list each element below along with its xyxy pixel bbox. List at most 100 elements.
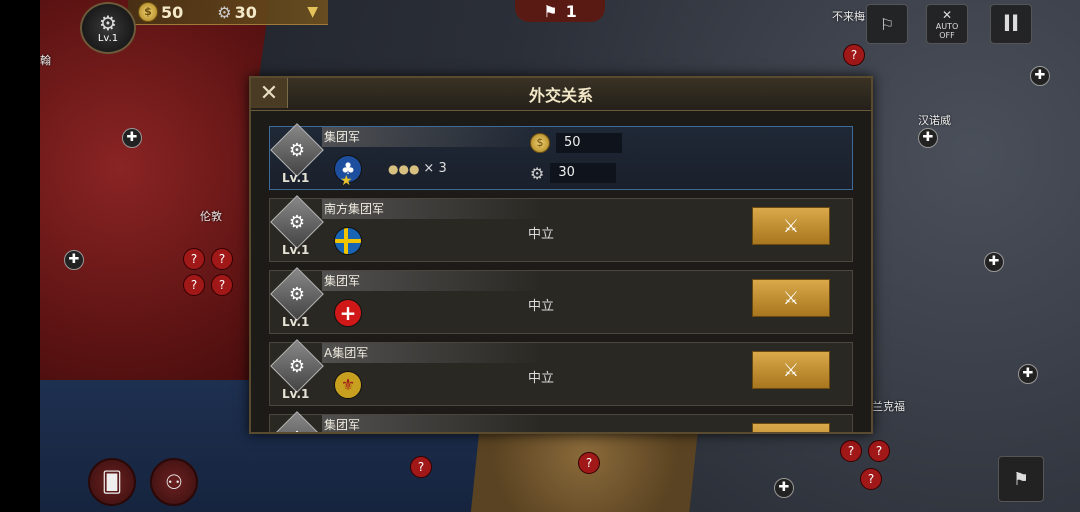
declare-war-button[interactable]: ⚔ xyxy=(752,351,830,389)
nation-flag xyxy=(334,227,362,255)
nation-row: ⚙ Lv.1 南方集团军 中立 ⚔ xyxy=(269,195,853,262)
city-label: 汉诺威 xyxy=(918,114,951,127)
coin-counter: $ 50 xyxy=(138,2,183,22)
player-coins: $ 50 xyxy=(530,133,622,153)
british-city-marker[interactable]: ✚ xyxy=(122,128,142,148)
neutral-city-marker[interactable]: ✚ xyxy=(774,478,794,498)
chevron-down-icon[interactable]: ▼ xyxy=(307,4,318,20)
gear-value: 30 xyxy=(234,2,257,22)
end-turn-button[interactable]: ⚑ xyxy=(998,456,1044,502)
star-icon: ★ xyxy=(340,173,353,189)
diplomacy-dialog: 外交关系 ✕ ⚙ Lv.1 集团军 ★ ●●● × 3 $ 50 ⚙ 30 xyxy=(249,76,873,434)
neutral-city-marker[interactable]: ✚ xyxy=(1018,364,1038,384)
nation-row: ⚙ Lv.1 集团军 中立 ⚔ xyxy=(269,267,853,334)
gear-counter: ⚙ 30 xyxy=(217,3,257,22)
neutral-city-marker[interactable]: ✚ xyxy=(918,128,938,148)
flag-icon: ⚑ xyxy=(1012,468,1030,490)
gears-icon: ⚙ xyxy=(530,163,545,183)
diplomacy-button[interactable]: ⚇ xyxy=(150,458,198,506)
unknown-unit-marker[interactable]: ? xyxy=(211,248,233,270)
unknown-unit-marker[interactable]: ? xyxy=(843,44,865,66)
army-level: Lv.1 xyxy=(282,387,310,401)
resource-bar[interactable]: $ 50 ⚙ 30 ▼ xyxy=(128,0,328,25)
crossed-rifles-icon: ⚔ xyxy=(782,359,800,381)
army-level: Lv.1 xyxy=(282,171,310,185)
cards-icon: 🂠 xyxy=(101,470,123,494)
unit-count: ●●● × 3 xyxy=(388,161,447,176)
pause-icon: II xyxy=(1002,11,1020,37)
gears-value: 30 xyxy=(550,163,617,183)
unknown-unit-marker[interactable]: ? xyxy=(868,440,890,462)
commander-avatar[interactable]: ⚙ Lv.1 xyxy=(80,2,136,54)
army-level: Lv.1 xyxy=(282,243,310,257)
coins-value: 50 xyxy=(556,133,622,153)
handshake-icon: ⚇ xyxy=(165,470,183,494)
city-label: 伦敦 xyxy=(200,210,222,223)
coin-icon: $ xyxy=(530,133,550,153)
player-gears: ⚙ 30 xyxy=(530,163,617,183)
city-label: 翰 xyxy=(40,54,51,67)
unknown-unit-marker[interactable]: ? xyxy=(183,274,205,296)
turn-counter[interactable]: ⚑ 1 xyxy=(515,0,605,22)
unknown-unit-marker[interactable]: ? xyxy=(183,248,205,270)
army-name: 集团军 xyxy=(322,271,544,291)
dialog-title: 外交关系 xyxy=(528,86,593,105)
coin-icon: $ xyxy=(138,2,158,22)
close-button[interactable]: ✕ xyxy=(251,78,288,108)
relation-status: 中立 xyxy=(528,299,555,314)
army-name: 集团军 xyxy=(322,415,544,432)
turn-icon: ⚑ xyxy=(543,1,558,21)
crossed-rifles-icon: ⚔ xyxy=(782,215,800,237)
army-icon: ⚙ xyxy=(270,339,324,393)
army-icon: ⚙ xyxy=(270,267,324,321)
unknown-unit-marker[interactable]: ? xyxy=(410,456,432,478)
declare-war-button[interactable]: ⚔ xyxy=(752,207,830,245)
unknown-unit-marker[interactable]: ? xyxy=(860,468,882,490)
left-edge xyxy=(0,0,40,512)
crossed-rifles-icon: ⚔ xyxy=(782,287,800,309)
unknown-unit-marker[interactable]: ? xyxy=(211,274,233,296)
diplomacy-list[interactable]: ⚙ Lv.1 集团军 ★ ●●● × 3 $ 50 ⚙ 30 ⚙ Lv.1 南方… xyxy=(269,123,853,433)
army-name: 集团军 xyxy=(322,127,544,147)
player-row: ⚙ Lv.1 集团军 ★ ●●● × 3 $ 50 ⚙ 30 xyxy=(269,123,853,190)
flags-icon: ⚐ xyxy=(879,14,895,34)
surrender-flags-button[interactable]: ⚐ xyxy=(866,4,908,44)
auto-label: AUTO xyxy=(935,22,959,31)
declare-war-button[interactable]: ⚔ xyxy=(752,279,830,317)
unknown-unit-marker[interactable]: ? xyxy=(840,440,862,462)
units-multiplier: × 3 xyxy=(423,161,447,176)
declare-war-button[interactable]: ⚔ xyxy=(752,423,830,433)
british-city-marker[interactable]: ✚ xyxy=(64,250,84,270)
nation-flag xyxy=(334,299,362,327)
army-level: Lv.1 xyxy=(282,315,310,329)
dialog-header: 外交关系 xyxy=(251,78,871,111)
auto-battle-button[interactable]: ✕ AUTO OFF xyxy=(926,4,968,44)
nation-row: ⚙ 集团军 ⚔ xyxy=(269,411,853,433)
nation-flag xyxy=(334,371,362,399)
city-label: 不来梅 xyxy=(832,10,865,23)
close-icon: ✕ xyxy=(259,80,279,106)
army-icon: ⚙ xyxy=(270,123,324,177)
city-label: 兰克福 xyxy=(872,400,905,413)
cards-button[interactable]: 🂠 xyxy=(88,458,136,506)
neutral-city-marker[interactable]: ✚ xyxy=(984,252,1004,272)
unknown-unit-marker[interactable]: ? xyxy=(578,452,600,474)
gear-icon: ⚙ xyxy=(99,10,117,35)
army-icon: ⚙ xyxy=(270,411,324,432)
army-name: 南方集团军 xyxy=(322,199,544,219)
turn-value: 1 xyxy=(565,1,577,21)
commander-level: Lv.1 xyxy=(97,32,119,44)
relation-status: 中立 xyxy=(528,371,555,386)
units-icon: ●●● xyxy=(388,161,420,176)
rifles-icon: ✕ xyxy=(941,8,953,22)
crossed-rifles-icon: ⚔ xyxy=(783,432,799,433)
pause-button[interactable]: II xyxy=(990,4,1032,44)
coin-value: 50 xyxy=(161,2,184,22)
gears-icon: ⚙ xyxy=(217,2,232,22)
neutral-city-marker[interactable]: ✚ xyxy=(1030,66,1050,86)
army-icon: ⚙ xyxy=(270,195,324,249)
auto-state: OFF xyxy=(939,31,955,40)
relation-status: 中立 xyxy=(528,227,555,242)
army-name: A集团军 xyxy=(322,343,544,363)
nation-row: ⚙ Lv.1 A集团军 中立 ⚔ xyxy=(269,339,853,406)
